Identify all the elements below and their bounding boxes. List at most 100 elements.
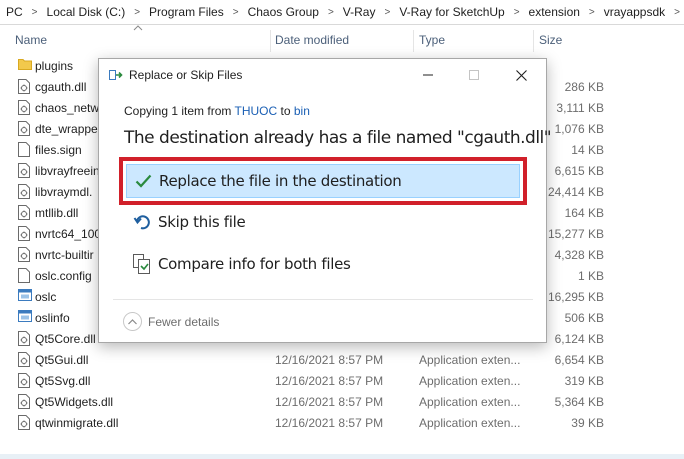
breadcrumb-separator[interactable]: > bbox=[127, 7, 147, 18]
breadcrumb-separator[interactable]: > bbox=[321, 7, 341, 18]
breadcrumb-item[interactable]: V-Ray for SketchUp bbox=[397, 5, 506, 19]
dll-file-icon bbox=[18, 247, 31, 262]
column-divider[interactable] bbox=[533, 30, 534, 52]
file-type: Application exten... bbox=[419, 353, 521, 367]
file-name: plugins bbox=[35, 59, 74, 73]
dll-file-icon bbox=[18, 415, 31, 430]
file-name: chaos_netw bbox=[35, 101, 100, 115]
breadcrumb-separator[interactable]: > bbox=[582, 7, 602, 18]
file-date-modified: 12/16/2021 8:57 PM bbox=[275, 416, 384, 430]
replace-file-option[interactable]: Replace the file in the destination bbox=[126, 164, 520, 198]
file-type: Application exten... bbox=[419, 416, 521, 430]
sort-ascending-icon bbox=[133, 25, 143, 31]
file-name: Qt5Core.dll bbox=[35, 332, 96, 346]
file-size: 5,364 KB bbox=[554, 395, 604, 409]
file-date-modified: 12/16/2021 8:57 PM bbox=[275, 353, 384, 367]
dll-file-icon bbox=[18, 163, 31, 178]
file-size: 16,295 KB bbox=[547, 290, 604, 304]
file-name: libvrayfreein bbox=[35, 164, 100, 178]
breadcrumb-item[interactable]: Local Disk (C:) bbox=[45, 5, 128, 19]
copy-files-icon bbox=[109, 70, 123, 80]
breadcrumb-item[interactable]: extension bbox=[527, 5, 582, 19]
file-size: 39 KB bbox=[571, 416, 604, 430]
column-header-size[interactable]: Size bbox=[539, 33, 562, 47]
address-bar[interactable]: PC > Local Disk (C:) > Program Files > Chaos G… bbox=[0, 0, 684, 25]
file-row[interactable]: Qt5Widgets.dll 12/16/2021 8:57 PM Applicat… bbox=[0, 391, 684, 412]
exe-file-icon bbox=[18, 289, 32, 304]
minimize-button[interactable] bbox=[405, 61, 451, 89]
status-strip bbox=[0, 454, 684, 459]
file-size: 506 KB bbox=[564, 311, 604, 325]
file-name: oslc.config bbox=[35, 269, 92, 283]
folder-icon bbox=[18, 58, 32, 73]
file-name: qtwinmigrate.dll bbox=[35, 416, 119, 430]
dll-file-icon bbox=[18, 79, 31, 94]
file-date-modified: 12/16/2021 8:57 PM bbox=[275, 395, 384, 409]
dialog-title: Replace or Skip Files bbox=[129, 68, 243, 82]
file-row[interactable]: qtwinmigrate.dll 12/16/2021 8:57 PM Applic… bbox=[0, 412, 684, 433]
file-size: 4,328 KB bbox=[554, 248, 604, 262]
breadcrumb-item[interactable]: Program Files bbox=[147, 5, 226, 19]
destination-folder-link[interactable]: bin bbox=[294, 104, 310, 118]
breadcrumb-separator[interactable]: > bbox=[507, 7, 527, 18]
breadcrumb-item[interactable]: Chaos Group bbox=[246, 5, 321, 19]
file-size: 6,615 KB bbox=[554, 164, 604, 178]
skip-file-label: Skip this file bbox=[158, 213, 246, 231]
column-divider[interactable] bbox=[270, 30, 271, 52]
maximize-button[interactable] bbox=[451, 61, 497, 89]
chevron-up-icon bbox=[123, 312, 142, 331]
dll-file-icon bbox=[18, 352, 31, 367]
file-row[interactable]: Qt5Gui.dll 12/16/2021 8:57 PM Application … bbox=[0, 349, 684, 370]
file-name: dte_wrapper bbox=[35, 122, 102, 136]
file-size: 14 KB bbox=[571, 143, 604, 157]
file-name: oslinfo bbox=[35, 311, 70, 325]
source-folder-link[interactable]: THUOC bbox=[235, 104, 278, 118]
file-size: 286 KB bbox=[564, 80, 604, 94]
file-name: Qt5Widgets.dll bbox=[35, 395, 114, 409]
column-header-type[interactable]: Type bbox=[419, 33, 445, 47]
checkmark-icon bbox=[133, 171, 153, 191]
dll-file-icon bbox=[18, 226, 31, 241]
close-button[interactable] bbox=[498, 61, 544, 89]
file-size: 1 KB bbox=[577, 269, 604, 283]
column-divider[interactable] bbox=[413, 30, 414, 52]
file-name: Qt5Gui.dll bbox=[35, 353, 89, 367]
file-name: Qt5Svg.dll bbox=[35, 374, 91, 388]
replace-file-label: Replace the file in the destination bbox=[159, 172, 402, 190]
breadcrumb-item[interactable]: PC bbox=[4, 5, 25, 19]
dll-file-icon bbox=[18, 205, 31, 220]
copying-summary: Copying 1 item from THUOC to bin bbox=[124, 104, 310, 118]
conflict-message: The destination already has a file named… bbox=[124, 128, 552, 148]
dialog-title-bar[interactable]: Replace or Skip Files bbox=[99, 59, 546, 90]
file-name: files.sign bbox=[35, 143, 82, 157]
file-size: 24,414 KB bbox=[547, 185, 604, 199]
file-date-modified: 12/16/2021 8:57 PM bbox=[275, 374, 384, 388]
compare-files-option[interactable]: Compare info for both files bbox=[126, 247, 520, 281]
compare-documents-icon bbox=[132, 254, 152, 274]
replace-or-skip-dialog: Replace or Skip Files Copying 1 item fro… bbox=[98, 58, 552, 343]
file-icon bbox=[18, 142, 31, 157]
file-name: oslc bbox=[35, 290, 57, 304]
compare-files-label: Compare info for both files bbox=[158, 255, 351, 273]
breadcrumb-separator[interactable]: > bbox=[226, 7, 246, 18]
file-name: nvrtc64_100_ bbox=[35, 227, 108, 241]
file-name: libvraymdl. bbox=[35, 185, 93, 199]
breadcrumb-item[interactable]: V-Ray bbox=[341, 5, 378, 19]
file-row[interactable]: Qt5Svg.dll 12/16/2021 8:57 PM Application … bbox=[0, 370, 684, 391]
minimize-icon bbox=[423, 74, 433, 76]
file-size: 164 KB bbox=[564, 206, 604, 220]
file-size: 319 KB bbox=[564, 374, 604, 388]
breadcrumb-item[interactable]: vrayappsdk bbox=[602, 5, 667, 19]
close-icon bbox=[515, 69, 527, 81]
breadcrumb-separator[interactable]: > bbox=[377, 7, 397, 18]
exe-file-icon bbox=[18, 310, 32, 325]
file-size: 6,124 KB bbox=[554, 332, 604, 346]
skip-file-option[interactable]: Skip this file bbox=[126, 205, 520, 239]
column-header-date-modified[interactable]: Date modified bbox=[275, 33, 349, 47]
file-size: 6,654 KB bbox=[554, 353, 604, 367]
breadcrumb-separator[interactable]: > bbox=[25, 7, 45, 18]
breadcrumb-separator[interactable]: > bbox=[667, 7, 684, 18]
fewer-details-toggle[interactable]: Fewer details bbox=[123, 312, 219, 331]
column-header-name[interactable]: Name bbox=[15, 33, 47, 47]
skip-arrow-icon bbox=[132, 212, 152, 232]
